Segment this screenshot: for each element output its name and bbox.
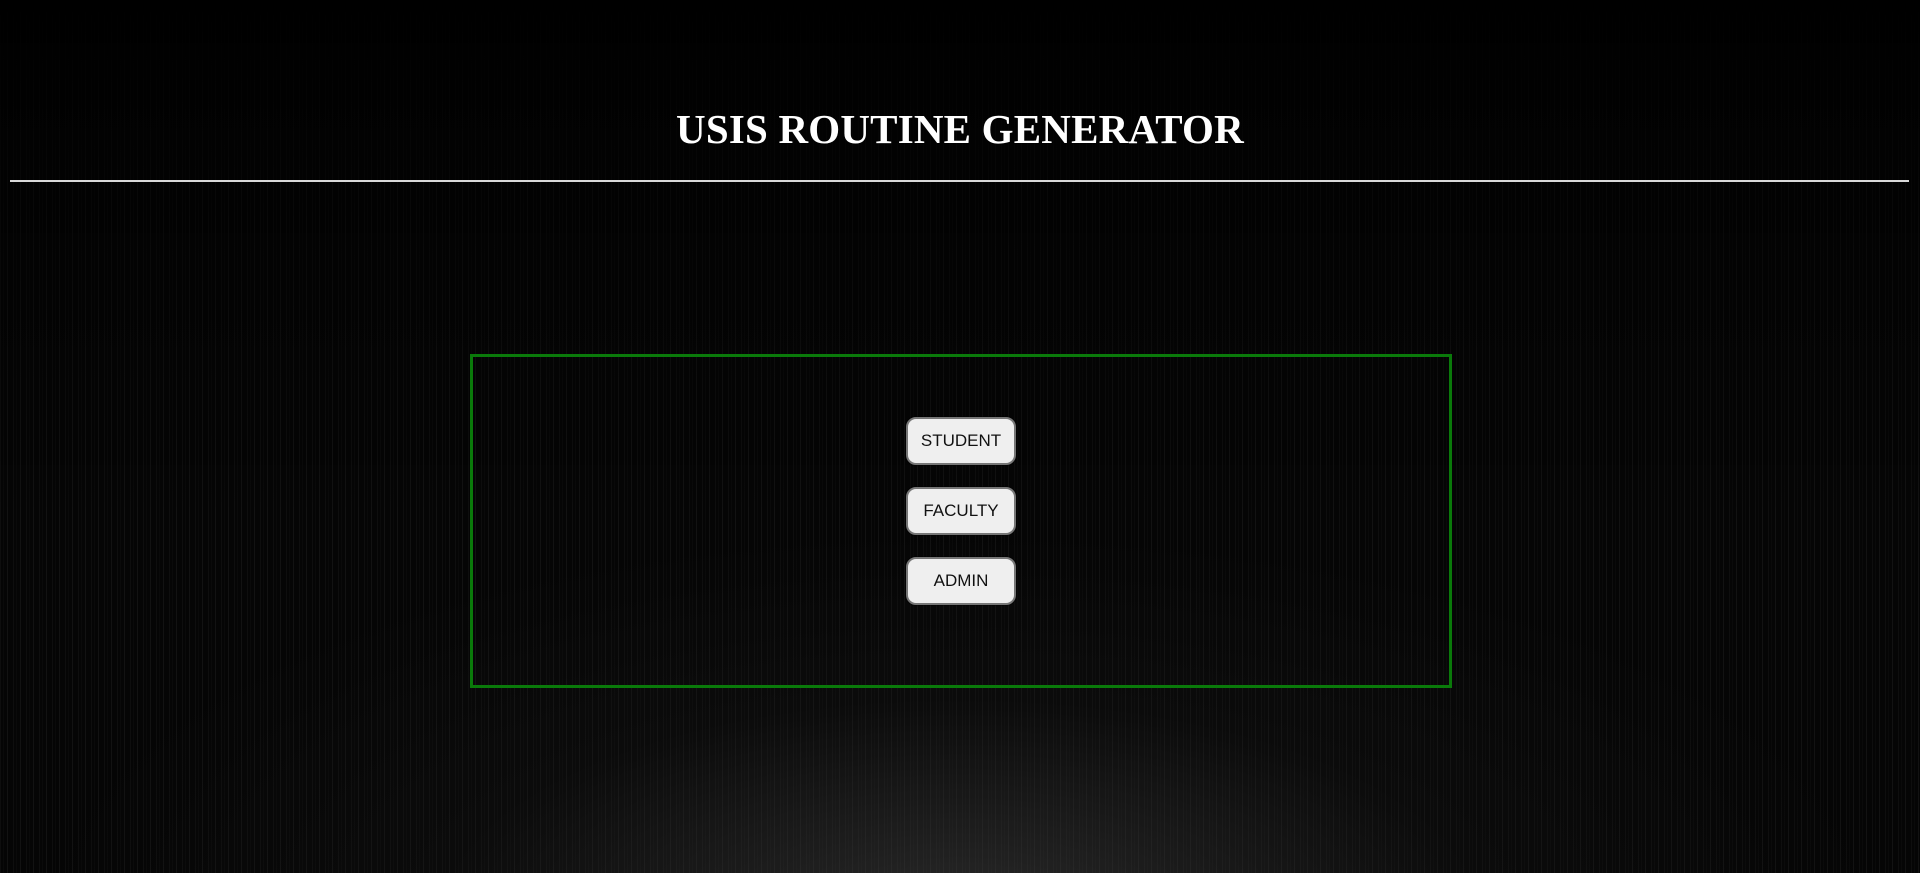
faculty-button[interactable]: FACULTY (906, 487, 1016, 535)
role-buttons-group: STUDENT FACULTY ADMIN (473, 417, 1449, 627)
header-divider (10, 180, 1909, 182)
admin-button[interactable]: ADMIN (906, 557, 1016, 605)
page-title: USIS ROUTINE GENERATOR (676, 106, 1244, 152)
student-button[interactable]: STUDENT (906, 417, 1016, 465)
role-selection-panel: STUDENT FACULTY ADMIN (470, 354, 1452, 688)
